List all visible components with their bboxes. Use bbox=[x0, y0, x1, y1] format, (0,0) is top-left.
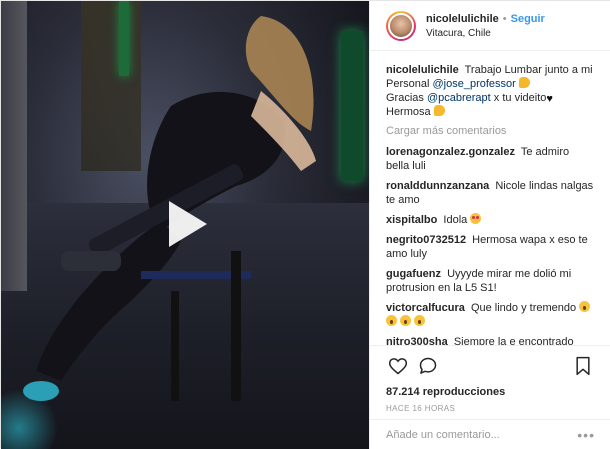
comment-text: Idola bbox=[443, 214, 468, 226]
flexed-biceps-icon bbox=[518, 77, 530, 88]
header-row: nicolelulichile • Seguir bbox=[426, 13, 545, 25]
video-player[interactable] bbox=[1, 1, 369, 449]
list-item: gugafuenz Uyyyde mirar me dolió mi protr… bbox=[386, 267, 595, 295]
list-item: negrito0732512 Hermosa wapa x eso te amo… bbox=[386, 233, 595, 261]
post-header: nicolelulichile • Seguir Vitacura, Chile bbox=[370, 1, 610, 51]
heart-eyes-icon bbox=[470, 213, 482, 224]
more-options-icon[interactable]: ••• bbox=[577, 427, 595, 443]
caption-text: Gracias bbox=[386, 92, 424, 104]
caption-mention[interactable]: @jose_professor bbox=[432, 78, 515, 90]
comment-username[interactable]: ronalddunnzanzana bbox=[386, 180, 489, 192]
add-comment-bar: ••• bbox=[370, 419, 610, 449]
post-sidebar: nicolelulichile • Seguir Vitacura, Chile… bbox=[369, 1, 610, 449]
astonished-face-icon bbox=[400, 315, 412, 326]
comment-text: Que lindo y tremendo bbox=[470, 302, 577, 314]
heart-icon[interactable] bbox=[386, 354, 410, 378]
black-heart-icon: ♥ bbox=[546, 93, 553, 105]
comment-username[interactable]: gugafuenz bbox=[386, 268, 441, 280]
header-info: nicolelulichile • Seguir Vitacura, Chile bbox=[426, 13, 545, 39]
follow-button[interactable]: Seguir bbox=[511, 13, 545, 25]
play-icon[interactable] bbox=[159, 197, 213, 251]
comment-icon[interactable] bbox=[416, 354, 440, 378]
comment-username[interactable]: victorcalfucura bbox=[386, 302, 465, 314]
list-item: xispitalbo Idola bbox=[386, 213, 595, 227]
video-light bbox=[341, 31, 363, 181]
astonished-face-icon bbox=[386, 315, 397, 326]
comments-list: nicolelulichile Trabajo Lumbar junto a m… bbox=[370, 63, 610, 345]
list-item: victorcalfucura Que lindo y tremendo bbox=[386, 301, 595, 329]
comment-username[interactable]: lorenagonzalez.gonzalez bbox=[386, 146, 515, 158]
caption-mention[interactable]: @pcabrerapt bbox=[427, 92, 491, 104]
username-link[interactable]: nicolelulichile bbox=[426, 13, 499, 25]
flexed-biceps-icon bbox=[433, 105, 445, 116]
astonished-face-icon bbox=[414, 315, 426, 326]
list-item: ronalddunnzanzana Nicole lindas nalgas t… bbox=[386, 179, 595, 207]
comment-input[interactable] bbox=[386, 428, 578, 441]
caption: nicolelulichile Trabajo Lumbar junto a m… bbox=[386, 63, 595, 119]
caption-text: Hermosa bbox=[386, 106, 431, 118]
comment-username[interactable]: nitro300sha bbox=[386, 336, 448, 345]
post-timestamp[interactable]: HACE 16 HORAS bbox=[386, 404, 595, 413]
post-actions: 87.214 reproducciones HACE 16 HORAS bbox=[370, 345, 610, 413]
location-link[interactable]: Vitacura, Chile bbox=[426, 28, 545, 39]
action-icons bbox=[386, 354, 595, 378]
caption-text: x tu videito bbox=[493, 92, 547, 104]
view-count[interactable]: 87.214 reproducciones bbox=[386, 386, 595, 398]
bookmark-icon[interactable] bbox=[571, 354, 595, 378]
astonished-face-icon bbox=[579, 301, 591, 312]
load-more-comments[interactable]: Cargar más comentarios bbox=[386, 125, 595, 137]
separator-dot: • bbox=[502, 12, 507, 25]
comment-username[interactable]: negrito0732512 bbox=[386, 234, 466, 246]
caption-username[interactable]: nicolelulichile bbox=[386, 64, 459, 76]
list-item: nitro300sha Siempre la e encontrado lind… bbox=[386, 335, 595, 345]
comment-username[interactable]: xispitalbo bbox=[386, 214, 437, 226]
list-item: lorenagonzalez.gonzalez Te admiro bella … bbox=[386, 145, 595, 173]
post-frame: nicolelulichile • Seguir Vitacura, Chile… bbox=[0, 0, 610, 449]
avatar[interactable] bbox=[386, 10, 416, 41]
